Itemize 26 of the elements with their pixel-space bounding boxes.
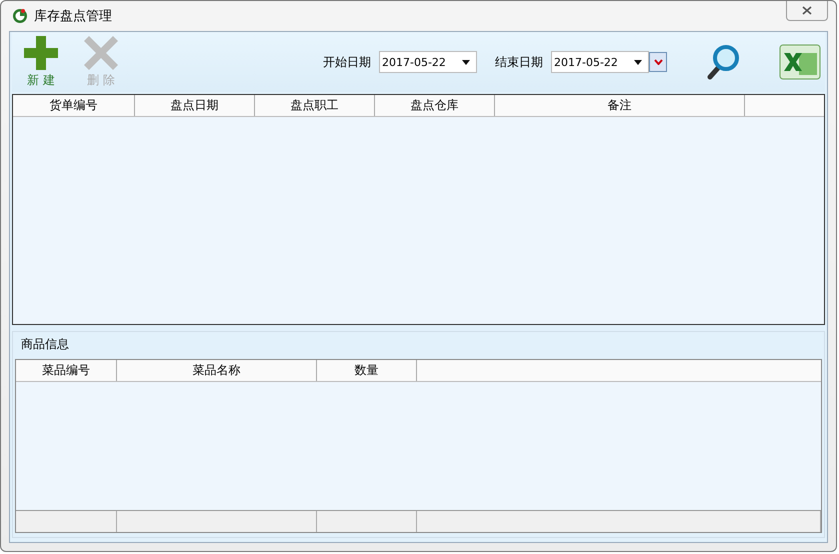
- app-icon: [12, 8, 28, 24]
- dropdown-icon: [462, 60, 470, 64]
- plus-icon: [24, 36, 58, 70]
- close-button[interactable]: [786, 1, 828, 21]
- section-title: 商品信息: [21, 336, 70, 353]
- column-header[interactable]: 数量: [317, 360, 417, 381]
- column-header[interactable]: 菜品名称: [117, 360, 317, 381]
- search-icon[interactable]: [705, 44, 741, 80]
- date-label: 结束日期: [495, 54, 543, 70]
- dropdown-button[interactable]: [649, 52, 667, 72]
- new-button[interactable]: 新 建: [20, 34, 62, 90]
- column-header[interactable]: 盘点日期: [135, 95, 255, 116]
- spreadsheet-icon[interactable]: [779, 43, 821, 81]
- cross-icon: [84, 36, 118, 70]
- column-header[interactable]: 备注: [495, 95, 745, 116]
- date-label: 开始日期: [323, 54, 371, 70]
- column-header[interactable]: 货单编号: [13, 95, 135, 116]
- window-title: 库存盘点管理: [34, 8, 112, 25]
- column-header[interactable]: 盘点仓库: [375, 95, 495, 116]
- date-picker[interactable]: 2017-05-22: [379, 51, 477, 73]
- close-icon: [802, 6, 812, 15]
- date-picker[interactable]: 2017-05-22: [551, 51, 649, 73]
- dropdown-icon: [634, 60, 642, 64]
- column-header[interactable]: 菜品编号: [16, 360, 117, 381]
- column-header[interactable]: 盘点职工: [255, 95, 375, 116]
- chevron-icon: [654, 59, 662, 65]
